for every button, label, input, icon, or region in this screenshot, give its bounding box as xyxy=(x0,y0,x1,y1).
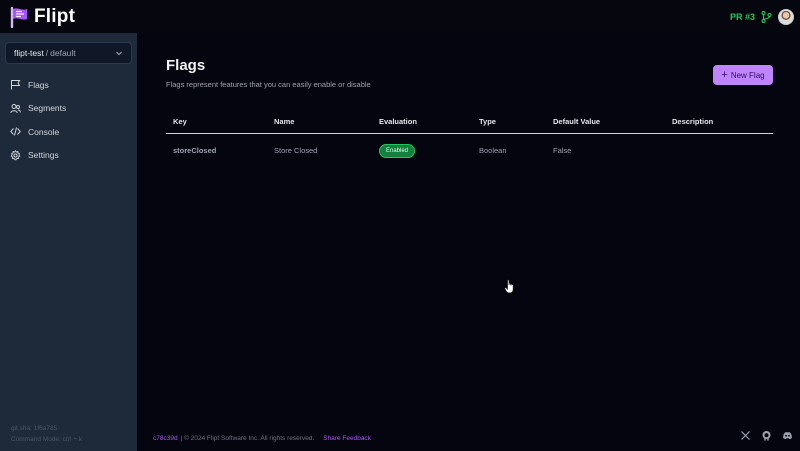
git-sha-text: git sha: 1f6a785 xyxy=(11,425,58,432)
namespace-project: flipt-test xyxy=(14,48,44,58)
page-title: Flags xyxy=(166,57,206,74)
chevron-down-icon xyxy=(116,51,122,56)
github-icon[interactable] xyxy=(761,430,772,441)
sidebar-item-console[interactable]: Console xyxy=(0,120,137,144)
flag-icon xyxy=(11,80,21,90)
table-row[interactable]: storeClosed Store Closed Enabled Boolean… xyxy=(166,133,773,168)
top-bar: Flipt PR #3 xyxy=(0,0,800,33)
flag-evaluation-cell: Enabled xyxy=(372,133,472,168)
sidebar-item-label: Segments xyxy=(28,103,67,114)
copyright-text: | © 2024 Flipt Software Inc. All rights … xyxy=(180,434,315,442)
new-flag-button[interactable]: + New Flag xyxy=(713,65,773,85)
column-header-key[interactable]: Key xyxy=(166,111,267,134)
namespace-select[interactable]: flipt-test / default xyxy=(5,42,132,64)
share-feedback-link[interactable]: Share Feedback xyxy=(323,435,371,442)
flag-description-cell xyxy=(665,133,773,168)
code-icon xyxy=(10,127,21,136)
users-icon xyxy=(10,103,21,113)
column-header-default-value[interactable]: Default Value xyxy=(546,111,665,134)
gear-icon xyxy=(10,149,21,160)
git-branch-icon[interactable] xyxy=(761,10,772,23)
flag-name-cell: Store Closed xyxy=(274,146,318,156)
new-flag-label: New Flag xyxy=(730,70,765,80)
sidebar-item-label: Console xyxy=(28,126,60,137)
x-icon[interactable] xyxy=(740,430,751,441)
sidebar-item-segments[interactable]: Segments xyxy=(0,97,137,121)
flag-default-value-cell: False xyxy=(553,146,572,156)
brand[interactable]: Flipt xyxy=(9,6,75,28)
command-mode-text: Command Mode: ctrl + k xyxy=(11,436,82,443)
table-header-row: Key Name Evaluation Type Default Value D… xyxy=(166,111,773,134)
sidebar-item-label: Flags xyxy=(28,79,49,90)
column-header-name[interactable]: Name xyxy=(267,111,372,134)
main-content: Flags Flags represent features that you … xyxy=(137,33,800,451)
namespace-env: default xyxy=(50,48,76,58)
mouse-pointer-icon xyxy=(504,279,514,294)
social-links xyxy=(740,430,793,441)
sidebar-item-settings[interactable]: Settings xyxy=(0,144,137,168)
page-subtitle: Flags represent features that you can ea… xyxy=(166,80,371,89)
pr-badge[interactable]: PR #3 xyxy=(730,12,755,22)
page-footer: c78c39d | © 2024 Flipt Software Inc. All… xyxy=(153,430,793,444)
flipt-app: Flipt PR #3 flipt-test / default Flags S… xyxy=(0,0,800,451)
column-header-evaluation[interactable]: Evaluation xyxy=(372,111,472,134)
enabled-badge: Enabled xyxy=(379,143,416,158)
top-right-area: PR #3 xyxy=(730,8,794,25)
sidebar-item-flags[interactable]: Flags xyxy=(0,73,137,97)
flags-table: Key Name Evaluation Type Default Value D… xyxy=(166,111,773,168)
column-header-type[interactable]: Type xyxy=(472,111,546,134)
commit-sha-link[interactable]: c78c39d xyxy=(153,435,178,442)
sidebar-nav: Flags Segments Console Settings xyxy=(0,73,137,167)
sidebar: flipt-test / default Flags Segments Cons… xyxy=(0,33,137,451)
discord-icon[interactable] xyxy=(782,430,793,441)
column-header-description[interactable]: Description xyxy=(665,111,773,134)
sidebar-footer: git sha: 1f6a785 Command Mode: ctrl + k xyxy=(11,423,82,445)
app-name: Flipt xyxy=(34,5,76,27)
plus-icon: + xyxy=(721,69,728,81)
flag-type-cell: Boolean xyxy=(479,146,507,156)
flipt-logo-icon xyxy=(10,6,27,28)
namespace-separator: / xyxy=(45,48,49,58)
sidebar-item-label: Settings xyxy=(28,150,59,161)
user-avatar[interactable] xyxy=(778,8,794,25)
flag-key-link[interactable]: storeClosed xyxy=(166,133,267,168)
